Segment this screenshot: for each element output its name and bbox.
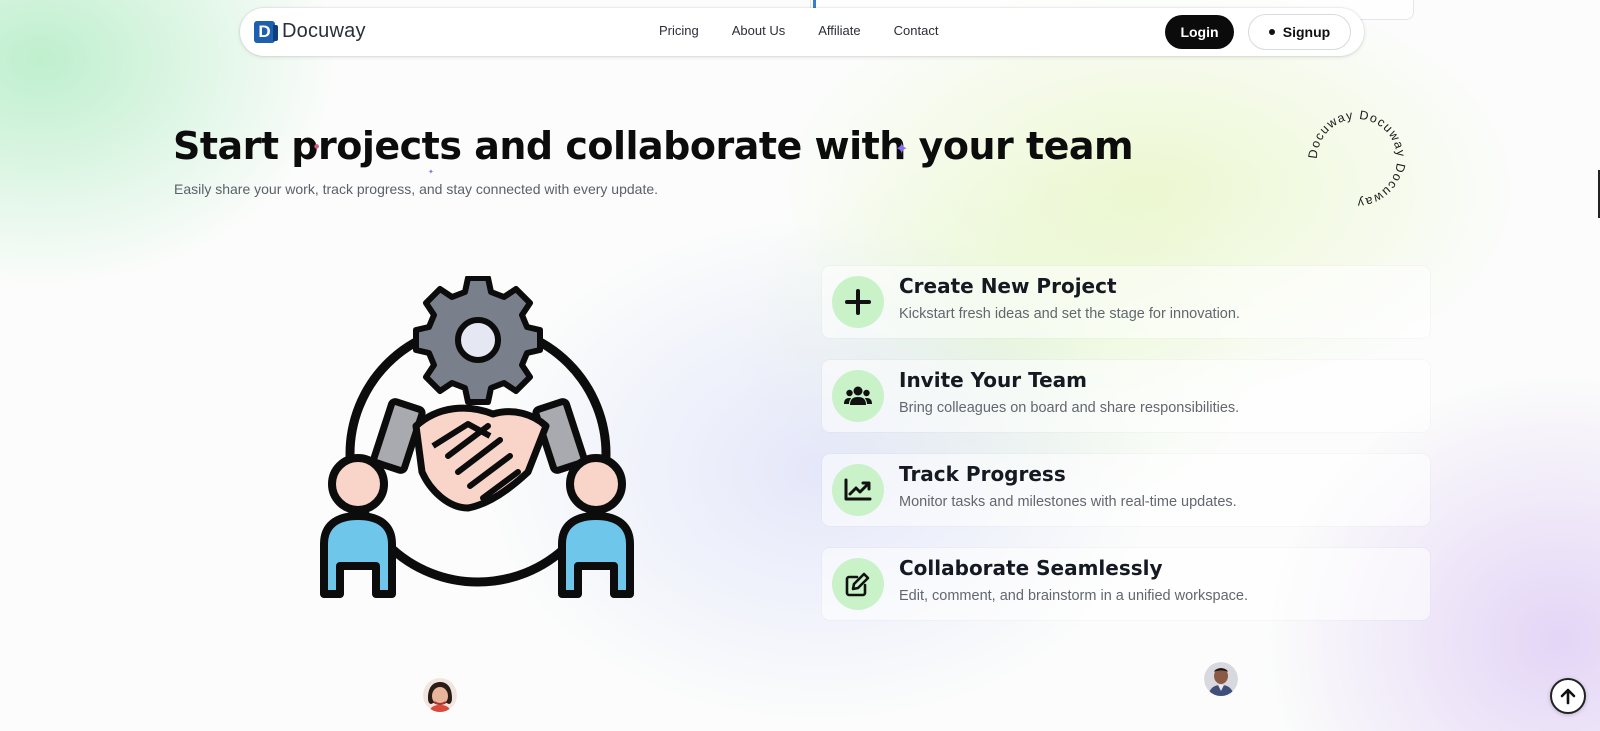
nav-links: Pricing About Us Affiliate Contact	[659, 23, 971, 38]
edit-icon	[832, 558, 884, 610]
feature-card-invite-team[interactable]: Invite Your Team Bring colleagues on boa…	[822, 360, 1430, 432]
feature-card-collaborate[interactable]: Collaborate Seamlessly Edit, comment, an…	[822, 548, 1430, 620]
signup-label: Signup	[1282, 24, 1331, 40]
feature-description: Monitor tasks and milestones with real-t…	[899, 494, 1237, 510]
avatar	[423, 678, 457, 712]
sparkle-icon: ✦	[428, 168, 434, 176]
brand-logo[interactable]: D Docuway	[254, 20, 366, 43]
person-left-icon	[320, 454, 396, 598]
feature-title: Create New Project	[899, 274, 1117, 298]
docuway-logo-icon: D	[254, 20, 278, 43]
nav-link-affiliate[interactable]: Affiliate	[818, 23, 860, 38]
nav-link-pricing[interactable]: Pricing	[659, 23, 699, 38]
signup-button[interactable]: Signup	[1248, 14, 1351, 50]
nav-link-about-us[interactable]: About Us	[732, 23, 785, 38]
arrow-up-icon	[1560, 688, 1576, 705]
feature-description: Kickstart fresh ideas and set the stage …	[899, 306, 1240, 322]
feature-description: Bring colleagues on board and share resp…	[899, 400, 1240, 416]
avatar	[1204, 662, 1238, 696]
feature-title: Invite Your Team	[899, 368, 1087, 392]
chart-line-icon	[832, 464, 884, 516]
plus-icon	[832, 276, 884, 328]
nav-link-contact[interactable]: Contact	[894, 23, 939, 38]
login-button[interactable]: Login	[1165, 15, 1234, 49]
feature-list: Create New Project Kickstart fresh ideas…	[822, 266, 1430, 642]
users-icon	[832, 370, 884, 422]
sparkle-icon: ✦	[895, 139, 909, 158]
person-right-icon	[558, 454, 634, 598]
navbar: D Docuway Pricing About Us Affiliate Con…	[240, 8, 1364, 56]
team-collaboration-illustration	[320, 276, 634, 598]
rotating-text-badge: Docuway Docuway Docuway	[1306, 108, 1408, 210]
scroll-to-top-button[interactable]	[1550, 678, 1586, 714]
svg-text:Docuway Docuway Docuway: Docuway Docuway Docuway	[1306, 108, 1408, 210]
feature-title: Track Progress	[899, 462, 1066, 486]
brand-name: Docuway	[282, 20, 366, 42]
feature-description: Edit, comment, and brainstorm in a unifi…	[899, 588, 1248, 604]
feature-card-create-project[interactable]: Create New Project Kickstart fresh ideas…	[822, 266, 1430, 338]
feature-card-track-progress[interactable]: Track Progress Monitor tasks and milesto…	[822, 454, 1430, 526]
gear-icon	[413, 276, 543, 405]
sparkle-icon: ●	[314, 143, 320, 150]
feature-title: Collaborate Seamlessly	[899, 556, 1163, 580]
signup-dot-icon	[1268, 29, 1275, 35]
badge-text: Docuway Docuway Docuway	[1306, 108, 1407, 210]
page-subtitle: Easily share your work, track progress, …	[174, 181, 659, 197]
